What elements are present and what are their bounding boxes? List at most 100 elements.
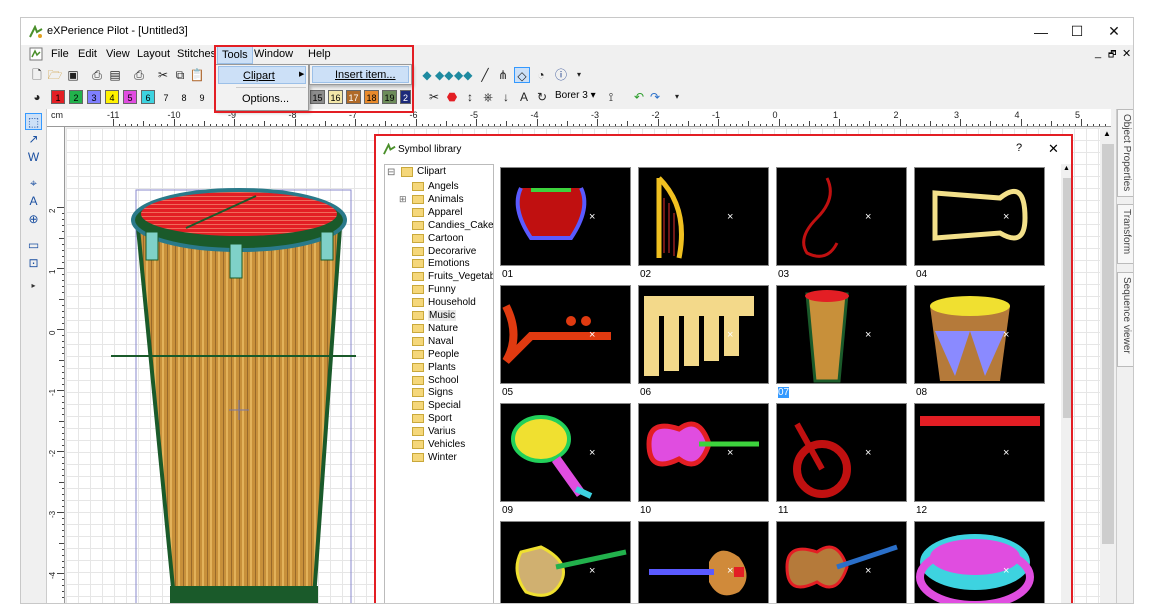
ruler-minor-tick <box>137 124 139 126</box>
cut-icon[interactable]: ✂ <box>155 67 171 83</box>
ruler-minor-tick <box>197 124 199 126</box>
canvas-scroll-thumb[interactable] <box>1102 144 1114 544</box>
color-swatch-1[interactable]: 1 <box>51 90 65 104</box>
undo-icon[interactable]: ↶ <box>631 89 647 105</box>
menu-view[interactable]: View <box>106 48 130 60</box>
stitch-forward-icon[interactable]: ◆ <box>419 67 435 83</box>
picture-icon[interactable]: ▭ <box>25 237 42 254</box>
print-icon[interactable]: ⎙ <box>131 67 147 83</box>
scissors-icon[interactable]: ✂ <box>426 89 442 105</box>
color-swatch-5[interactable]: 5 <box>123 90 137 104</box>
ruler-minor-tick <box>1068 124 1070 126</box>
applique-icon[interactable]: ⎈ <box>480 89 496 105</box>
ruler-minor-tick <box>367 124 369 126</box>
copy-icon[interactable]: ⧉ <box>172 67 188 83</box>
ruler-minor-tick <box>1056 124 1058 126</box>
vruler-minor-tick <box>62 383 64 385</box>
ruler-minor-tick <box>560 124 562 126</box>
redo-icon[interactable]: ↷ <box>647 89 663 105</box>
new-file-icon[interactable]: 🗋 <box>29 67 45 83</box>
stitch-next-icon[interactable]: ◆◆ <box>435 67 453 83</box>
stop-icon[interactable]: ⬣ <box>444 89 460 105</box>
ruler-minor-tick <box>330 124 332 126</box>
ruler-label: -11 <box>107 110 120 120</box>
info-icon[interactable]: ⓘ <box>553 67 569 83</box>
ruler-minor-tick <box>300 124 302 126</box>
ruler-major-tick <box>899 119 901 126</box>
export-icon[interactable]: ▤ <box>107 67 123 83</box>
ruler-label: 4 <box>1014 110 1020 120</box>
ruler-major-tick <box>113 119 114 126</box>
vruler-label: 2 <box>48 208 57 213</box>
weave-tool-icon[interactable]: W <box>25 149 42 166</box>
reshape-tool-icon[interactable]: ↗ <box>25 131 42 148</box>
expand-toolbar-icon[interactable]: ▸ <box>25 277 42 294</box>
toolbar-overflow-icon[interactable]: ▾ <box>571 67 587 83</box>
speed-icon[interactable]: ◔ <box>533 67 549 83</box>
close-window-button[interactable]: ✕ <box>1096 18 1132 45</box>
menu-stitches[interactable]: Stitches <box>177 48 216 60</box>
menu-layout[interactable]: Layout <box>137 48 170 60</box>
vruler-minor-tick <box>62 548 64 550</box>
ruler-minor-tick <box>687 121 689 126</box>
menu-edit[interactable]: Edit <box>78 48 97 60</box>
line-tool-icon[interactable]: ╱ <box>477 67 493 83</box>
borer-dropdown[interactable]: Borer 3 ▾ <box>555 90 596 101</box>
needle-up-icon[interactable]: ↕ <box>462 89 478 105</box>
rotate-icon[interactable]: ↻ <box>534 89 550 105</box>
save-icon[interactable]: ▣ <box>65 67 81 83</box>
ruler-minor-tick <box>772 124 774 126</box>
menu-bar: File Edit View Layout Stitches Tools Win… <box>21 45 1133 64</box>
vruler-minor-tick <box>62 261 64 263</box>
vruler-minor-tick <box>62 213 64 215</box>
tab-object-properties[interactable]: Object Properties <box>1117 109 1133 197</box>
mdi-close-button[interactable]: ✕ <box>1122 47 1131 60</box>
color-swatch-7[interactable]: 7 <box>159 90 173 104</box>
color-swatch-6[interactable]: 6 <box>141 90 155 104</box>
frame-icon[interactable]: ⟟ <box>603 89 619 105</box>
shape-select-icon[interactable]: ◇ <box>514 67 530 83</box>
vruler-minor-tick <box>62 560 64 562</box>
color-palette-icon[interactable]: ◕ <box>29 89 45 105</box>
ruler-minor-tick <box>318 124 320 126</box>
color-swatch-2[interactable]: 2 <box>69 90 83 104</box>
needle-icon[interactable]: ↓ <box>498 89 514 105</box>
mdi-minimize-button[interactable]: _ <box>1095 47 1101 59</box>
paste-icon[interactable]: 📋 <box>189 67 205 83</box>
ruler-minor-tick <box>482 124 484 126</box>
vruler-minor-tick <box>62 365 64 367</box>
color-swatch-4[interactable]: 4 <box>105 90 119 104</box>
vruler-minor-tick <box>62 536 64 538</box>
ruler-minor-tick <box>306 124 308 126</box>
maximize-button[interactable]: ☐ <box>1059 18 1095 45</box>
ruler-minor-tick <box>609 124 611 126</box>
tab-sequence-viewer[interactable]: Sequence viewer <box>1117 272 1133 367</box>
menu-file[interactable]: File <box>51 48 69 60</box>
minimize-button[interactable]: — <box>1023 18 1059 45</box>
stitch-last-icon[interactable]: ◆◆ <box>454 67 472 83</box>
satin-tool-icon[interactable]: ⋔ <box>495 67 511 83</box>
canvas-vertical-scrollbar[interactable]: ▲ <box>1100 128 1116 603</box>
tab-transform[interactable]: Transform <box>1117 204 1133 264</box>
ruler-label: 0 <box>772 110 778 120</box>
text-insert-icon[interactable]: A <box>25 193 42 210</box>
toolbar2-overflow-icon[interactable]: ▾ <box>669 89 685 105</box>
fit-icon[interactable]: ⊡ <box>25 255 42 272</box>
color-swatch-3[interactable]: 3 <box>87 90 101 104</box>
ruler-minor-tick <box>500 124 502 126</box>
close-icon: ✕ <box>1108 23 1120 39</box>
scroll-up-icon[interactable]: ▲ <box>1103 129 1111 138</box>
color-swatch-9[interactable]: 9 <box>195 90 209 104</box>
ruler-minor-tick <box>1062 124 1064 126</box>
vruler-major-tick <box>57 451 64 452</box>
ruler-major-tick <box>294 119 296 126</box>
color-swatch-8[interactable]: 8 <box>177 90 191 104</box>
ruler-minor-tick <box>996 124 998 126</box>
node-tool-icon[interactable]: ⌖ <box>25 175 42 192</box>
import-icon[interactable]: ⎙ <box>89 67 105 83</box>
mdi-restore-button[interactable]: 🗗 <box>1108 47 1116 63</box>
open-folder-icon[interactable]: 🗁 <box>47 67 63 83</box>
select-tool-icon[interactable]: ⬚ <box>25 113 42 130</box>
zoom-icon[interactable]: ⊕ <box>25 211 42 228</box>
text-tool-icon[interactable]: A <box>516 89 532 105</box>
